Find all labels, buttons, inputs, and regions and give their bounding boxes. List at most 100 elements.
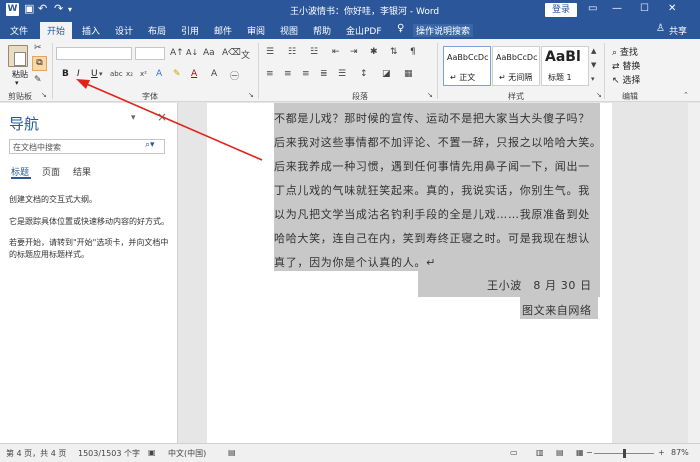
styles-more-icon[interactable]: ▾ — [591, 75, 595, 83]
styles-launcher-icon[interactable]: ↘ — [596, 91, 602, 99]
bold-button[interactable]: B — [62, 69, 69, 79]
paste-icon[interactable] — [8, 45, 28, 67]
tab-layout[interactable]: 布局 — [148, 24, 166, 37]
document-line[interactable]: 后来我对这些事情都不加评论、不置一辞，只报之以哈哈大笑。 — [274, 134, 601, 150]
justify-icon[interactable]: ≣ — [320, 69, 328, 79]
numbering-icon[interactable]: ☷ — [288, 47, 296, 57]
select-button[interactable]: ↖ 选择 — [612, 73, 640, 86]
underline-button[interactable]: U — [91, 69, 98, 79]
nav-tab-pages[interactable]: 页面 — [42, 165, 60, 178]
tab-file[interactable]: 文件 — [10, 24, 28, 37]
page-count[interactable]: 第 4 页，共 4 页 — [6, 448, 66, 459]
font-color-icon[interactable]: A — [191, 69, 197, 79]
document-line[interactable]: 不都是儿戏？那时候的宣传、运动不是把大家当大头傻子吗？ — [274, 110, 600, 126]
show-marks-icon[interactable]: ¶ — [410, 47, 416, 57]
minimize-icon[interactable]: — — [612, 3, 622, 14]
multilevel-list-icon[interactable]: ☳ — [310, 47, 318, 57]
proofing-icon[interactable]: ▣ — [148, 448, 156, 457]
superscript-icon[interactable]: x² — [140, 70, 147, 78]
underline-dropdown-icon[interactable]: ▾ — [99, 70, 103, 78]
distributed-icon[interactable]: ☰ — [338, 69, 346, 79]
tab-help[interactable]: 帮助 — [313, 24, 331, 37]
clear-formatting-icon[interactable]: A⌫ — [222, 48, 241, 58]
search-icon[interactable]: ⌕▾ — [145, 140, 155, 150]
login-button[interactable]: 登录 — [545, 3, 577, 17]
language-status[interactable]: 中文(中国) — [168, 448, 206, 459]
maximize-icon[interactable]: ☐ — [640, 3, 649, 14]
share-button[interactable]: 共享 — [669, 24, 687, 37]
style-normal[interactable]: AaBbCcDc ↵ 正文 — [443, 46, 491, 86]
style-no-spacing[interactable]: AaBbCcDc ↵ 无间隔 — [492, 46, 540, 86]
styles-scroll-up-icon[interactable]: ▲ — [591, 47, 596, 55]
chinese-layout-icon[interactable]: ✱ — [370, 47, 378, 57]
clipboard-launcher-icon[interactable]: ↘ — [41, 91, 47, 99]
font-launcher-icon[interactable]: ↘ — [248, 91, 254, 99]
zoom-out-icon[interactable]: − — [586, 448, 593, 457]
line-spacing-icon[interactable]: ↕ — [360, 69, 368, 79]
focus-mode-icon[interactable]: ▭ — [510, 448, 518, 457]
font-size-combo[interactable] — [135, 47, 165, 60]
web-layout-icon[interactable]: ▦ — [576, 448, 584, 457]
cut-icon[interactable]: ✂ — [34, 43, 42, 53]
tab-insert[interactable]: 插入 — [82, 24, 100, 37]
tab-home[interactable]: 开始 — [40, 22, 73, 39]
document-line[interactable]: 以为凡把文学当成沽名钓利手段的全是儿戏……我原准备到处 — [274, 206, 600, 222]
align-center-icon[interactable]: ≡ — [284, 69, 292, 79]
ribbon-display-icon[interactable]: ▭ — [588, 3, 597, 14]
nav-tab-results[interactable]: 结果 — [73, 165, 91, 178]
sort-icon[interactable]: ⇅ — [390, 47, 398, 57]
zoom-level[interactable]: 87% — [671, 448, 689, 457]
vertical-scrollbar[interactable] — [688, 103, 700, 443]
strikethrough-icon[interactable]: abc — [110, 70, 123, 78]
copy-icon[interactable]: ⧉ — [32, 56, 47, 71]
zoom-in-icon[interactable]: + — [658, 448, 665, 457]
word-count[interactable]: 1503/1503 个字 — [78, 448, 140, 459]
subscript-icon[interactable]: x₂ — [126, 70, 133, 78]
align-right-icon[interactable]: ≡ — [302, 69, 310, 79]
close-icon[interactable]: ✕ — [668, 3, 676, 14]
tab-view[interactable]: 视图 — [280, 24, 298, 37]
source-note[interactable]: 图文来自网络 — [522, 302, 592, 318]
style-heading-1[interactable]: AaBl 标题 1 — [541, 46, 589, 86]
tab-references[interactable]: 引用 — [181, 24, 199, 37]
nav-search-input[interactable]: 在文档中搜索 — [9, 139, 165, 154]
text-effects-icon[interactable]: A — [156, 69, 162, 79]
shading-icon[interactable]: ◪ — [382, 69, 391, 79]
collapse-ribbon-icon[interactable]: ⌃ — [683, 91, 689, 99]
tab-mailings[interactable]: 邮件 — [214, 24, 232, 37]
styles-scroll-down-icon[interactable]: ▼ — [591, 61, 596, 69]
redo-icon[interactable]: ↷ — [54, 2, 63, 15]
bullets-icon[interactable]: ☰ — [266, 47, 274, 57]
nav-close-icon[interactable]: × — [157, 110, 167, 124]
shrink-font-icon[interactable]: A↓ — [186, 48, 198, 57]
undo-icon[interactable]: ↶ — [38, 2, 47, 15]
paste-dropdown-icon[interactable]: ▾ — [15, 79, 19, 87]
align-left-icon[interactable]: ≡ — [266, 69, 274, 79]
change-case-icon[interactable]: Aa — [203, 48, 215, 58]
paragraph-launcher-icon[interactable]: ↘ — [427, 91, 433, 99]
save-icon[interactable]: ▣ — [24, 2, 34, 15]
nav-options-icon[interactable]: ▾ — [131, 113, 136, 123]
decrease-indent-icon[interactable]: ⇤ — [332, 47, 340, 57]
tab-design[interactable]: 设计 — [115, 24, 133, 37]
macro-icon[interactable]: ▤ — [228, 448, 236, 457]
enclosed-character-icon[interactable]: ㊀ — [230, 69, 239, 82]
read-mode-icon[interactable]: ▥ — [536, 448, 544, 457]
signature-line[interactable]: 王小波 8 月 30 日 — [487, 277, 592, 293]
document-line[interactable]: 哈哈大笑，连自己在内，笑到寿终正寝之时。可是我现在想认 — [274, 230, 600, 246]
tab-review[interactable]: 审阅 — [247, 24, 265, 37]
replace-button[interactable]: ⇄ 替换 — [612, 59, 640, 72]
phonetic-guide-icon[interactable]: 文 — [241, 48, 250, 61]
tell-me-search[interactable]: 操作说明搜索 — [413, 24, 474, 37]
document-line[interactable]: 丁点儿戏的气味就狂笑起来。真的，我说实话，你别生气。我 — [274, 182, 600, 198]
increase-indent-icon[interactable]: ⇥ — [350, 47, 358, 57]
character-shading-icon[interactable]: A — [211, 69, 217, 79]
customize-toolbar-icon[interactable]: ▾ — [68, 5, 72, 14]
borders-icon[interactable]: ▦ — [404, 69, 413, 79]
document-line[interactable]: 真了，因为你是个认真的人。↵ — [274, 254, 600, 270]
zoom-slider-thumb[interactable] — [623, 449, 626, 458]
find-button[interactable]: ⌕ 查找 — [612, 45, 638, 58]
document-line[interactable]: 后来我养成一种习惯，遇到任何事情先用鼻子闻一下，闻出一 — [274, 158, 600, 174]
italic-button[interactable]: I — [77, 69, 80, 79]
font-name-combo[interactable] — [56, 47, 132, 60]
